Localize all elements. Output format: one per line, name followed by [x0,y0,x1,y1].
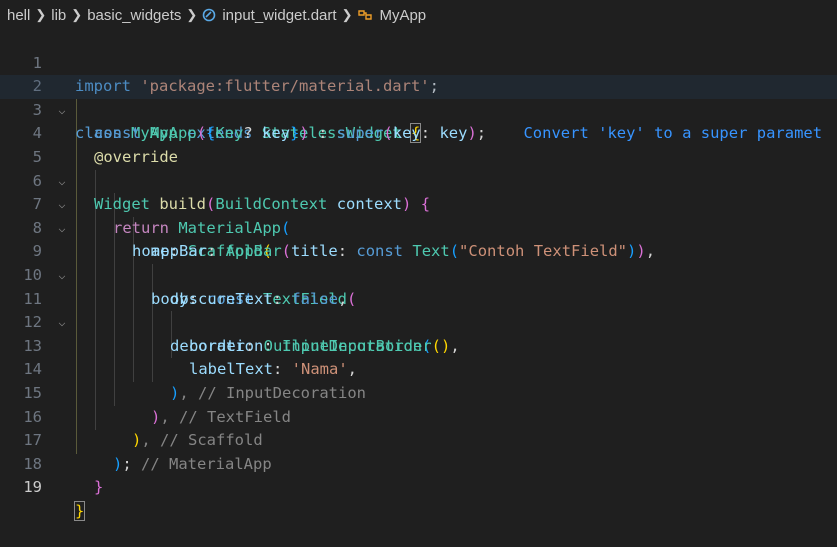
code-token: } [73,500,86,521]
code-line: 14 ), // InputDecoration [0,335,837,402]
class-symbol-icon [357,8,373,22]
chevron-right-icon: ❯ [71,7,83,22]
dart-file-icon [202,8,216,22]
chevron-right-icon: ❯ [341,7,353,22]
code-line: 13 labelText: 'Nama', [0,311,837,379]
code-line: 10 obscureText: false, [0,240,837,308]
breadcrumb-item-lib[interactable]: lib [51,7,66,24]
code-token: } [94,478,104,497]
code-line: 11 ⌵ decoration: InputDecoration( [0,264,837,355]
code-editor[interactable]: 1 import 'package:flutter/material.dart'… [0,28,837,521]
code-line-highlighted: 3 const MyApp({Key? key}) : super(key: k… [0,75,837,142]
code-line: 17 ); // MaterialApp [0,406,837,473]
code-line: 7 ⌵ home: Scaffold( [0,170,837,260]
code-line: 2 ⌵ class MyApp extends StatelessWidget … [0,52,837,144]
code-line: 16 ), // Scaffold [0,382,837,450]
code-line: 9 ⌵ body: const TextField( [0,217,837,307]
code-line: 4 @override [0,99,837,166]
code-text: } [73,500,86,524]
code-line: 8 appBar: AppBar(title: const Text("Cont… [0,193,837,261]
code-line: 5 ⌵ Widget build(BuildContext context) { [0,122,837,213]
code-line: 1 import 'package:flutter/material.dart'… [0,28,837,96]
breadcrumb-item-class[interactable]: MyApp [379,7,426,24]
breadcrumb-item-basic-widgets[interactable]: basic_widgets [87,7,181,24]
code-line: 6 ⌵ return MaterialApp( [0,146,837,237]
line-number: 19 [23,478,42,497]
breadcrumb-item-hell[interactable]: hell [7,7,30,24]
code-line: 18 } [0,429,837,497]
breadcrumb: hell ❯ lib ❯ basic_widgets ❯ input_widge… [0,0,837,30]
code-line: 12 border: OutlineInputBorder(), [0,288,837,355]
chevron-right-icon: ❯ [186,7,198,22]
code-line-current: 19 } [0,453,837,521]
breadcrumb-item-file[interactable]: input_widget.dart [222,7,336,24]
code-text: } [94,476,103,500]
chevron-right-icon: ❯ [35,7,47,22]
code-line: 15 ), // TextField [0,358,837,426]
